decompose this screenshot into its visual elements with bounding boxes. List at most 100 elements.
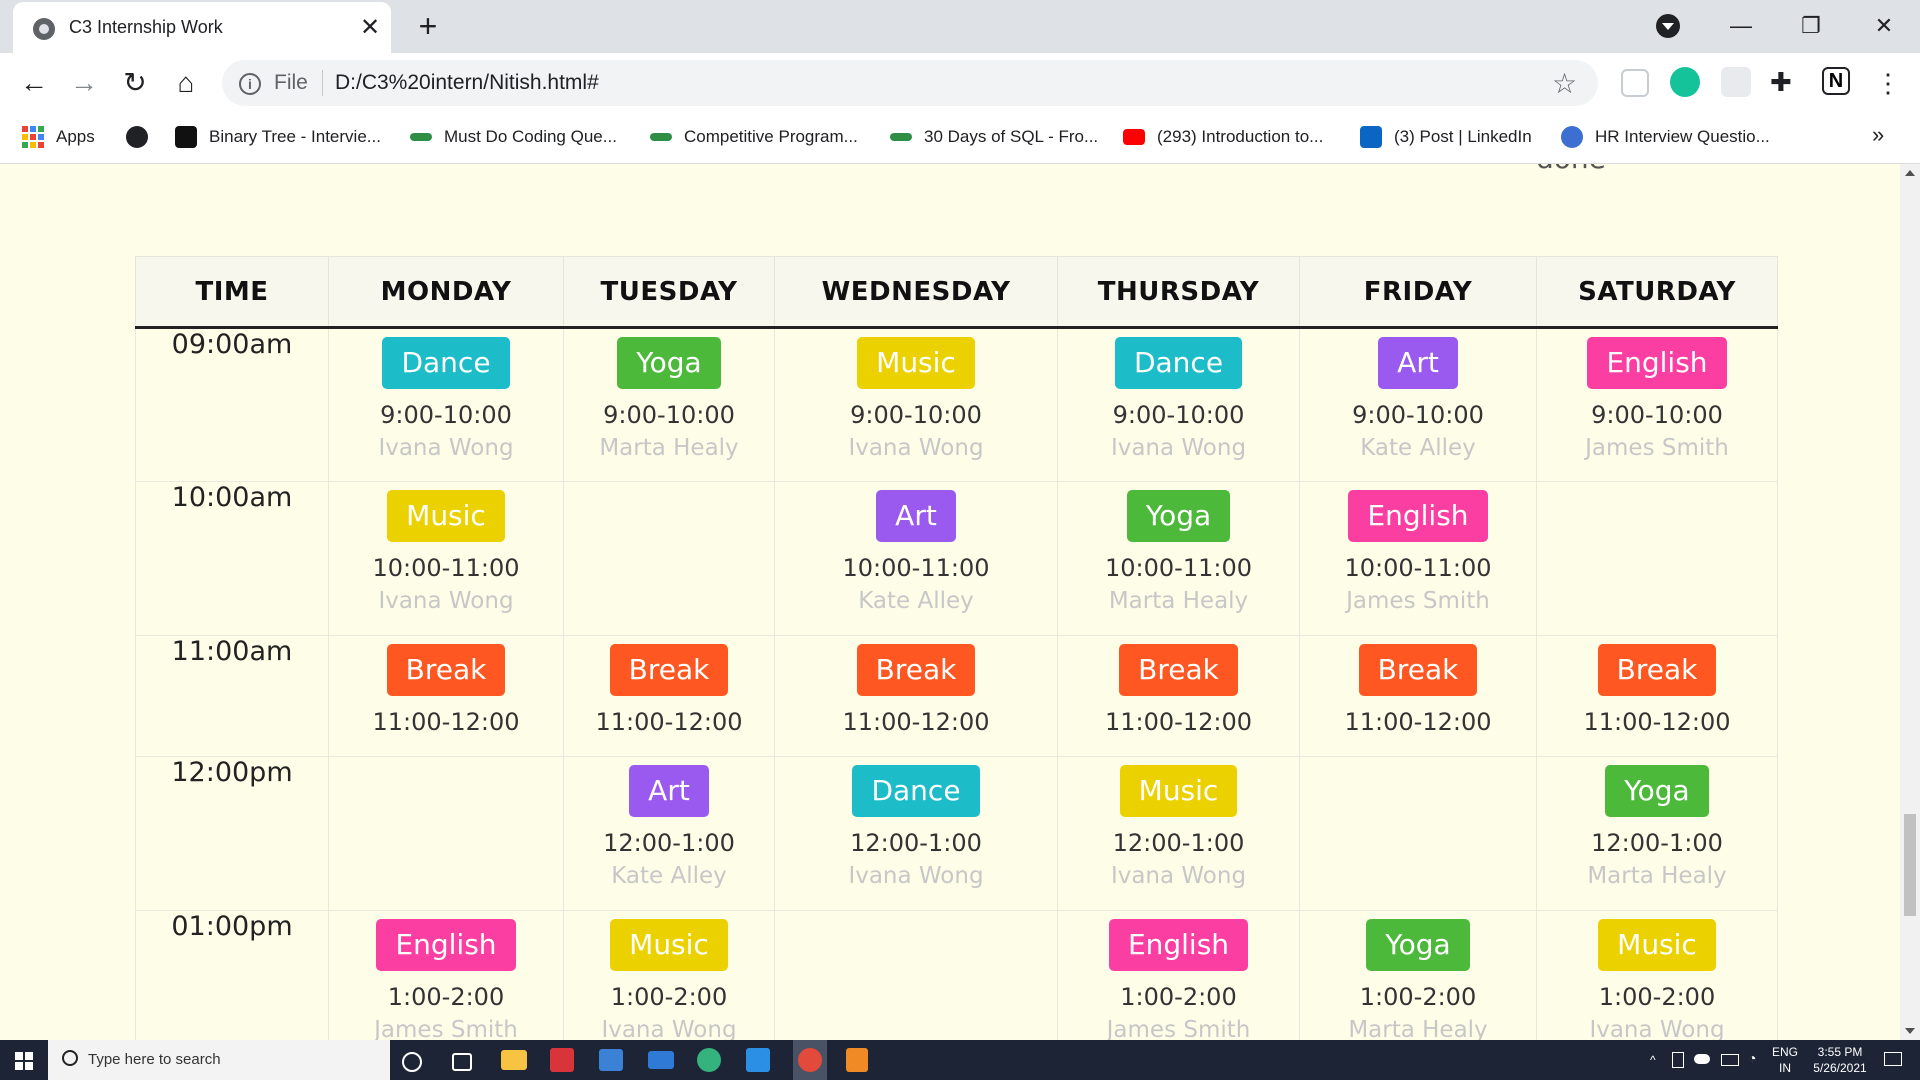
partial-heading: done <box>1536 164 1606 175</box>
schedule-cell: Break 11:00-12:00 <box>1299 635 1537 757</box>
info-icon[interactable]: i <box>239 73 261 95</box>
extension-icon[interactable] <box>1721 67 1751 97</box>
address-bar[interactable]: i File D:/C3%20intern/Nitish.html# ☆ <box>222 60 1598 106</box>
geeksforgeeks-icon <box>650 133 672 141</box>
bookmark-hr-interview[interactable]: HR Interview Questio... <box>1561 122 1770 152</box>
back-arrow-icon[interactable]: ← <box>14 63 54 103</box>
puzzle-icon[interactable]: ✚ <box>1770 67 1800 97</box>
schedule-cell: Art 10:00-11:00 Kate Alley <box>774 481 1058 636</box>
sublime-icon[interactable] <box>846 1048 868 1072</box>
menu-kebab-icon[interactable]: ⋮ <box>1868 63 1908 103</box>
notification-icon[interactable] <box>1884 1052 1902 1066</box>
linkedin-icon <box>1360 126 1382 148</box>
grammarly-extension-icon[interactable] <box>1670 67 1700 97</box>
reload-icon[interactable]: ↻ <box>115 63 155 103</box>
table-row: 12:00pm Art 12:00-1:00 Kate Alley Dance 12:00… <box>135 756 1778 911</box>
tray-chevron-icon[interactable]: ^ <box>1650 1052 1656 1068</box>
subject-badge: Yoga <box>1605 765 1709 817</box>
battery-icon[interactable] <box>1721 1054 1739 1066</box>
chrome-taskbar-button[interactable] <box>793 1040 827 1080</box>
scroll-up-arrow-icon[interactable] <box>1905 170 1915 176</box>
bookmark-binary-tree[interactable]: Binary Tree - Intervie... <box>175 122 381 152</box>
subject-badge: Break <box>1119 644 1238 696</box>
bookmark-linkedin[interactable]: (3) Post | LinkedIn <box>1360 122 1532 152</box>
teacher-name: James Smith <box>1346 588 1490 614</box>
bookmark-star-icon[interactable]: ☆ <box>1552 67 1577 100</box>
teacher-name: Ivana Wong <box>601 1017 737 1040</box>
home-icon[interactable]: ⌂ <box>166 63 206 103</box>
teacher-name: Kate Alley <box>1360 435 1476 461</box>
cortana-icon[interactable] <box>402 1052 422 1072</box>
onedrive-icon[interactable] <box>1694 1054 1710 1064</box>
taskbar-search-box[interactable]: Type here to search <box>48 1040 390 1080</box>
search-placeholder: Type here to search <box>88 1051 221 1068</box>
file-explorer-icon[interactable] <box>501 1050 527 1070</box>
pocket-extension-icon[interactable] <box>1621 69 1649 97</box>
teacher-name: Ivana Wong <box>1589 1017 1725 1040</box>
gift-app-icon[interactable] <box>550 1048 574 1072</box>
bookmark-competitive[interactable]: Competitive Program... <box>650 122 858 152</box>
schedule-cell: Music 12:00-1:00 Ivana Wong <box>1057 756 1300 911</box>
schedule-cell: Art 9:00-10:00 Kate Alley <box>1299 327 1537 482</box>
scrollbar-thumb[interactable] <box>1904 814 1916 916</box>
schedule-cell: Dance 9:00-10:00 Ivana Wong <box>1057 327 1300 482</box>
schedule-cell: Break 11:00-12:00 <box>1057 635 1300 757</box>
schedule-cell: Art 12:00-1:00 Kate Alley <box>563 756 775 911</box>
column-header: TUESDAY <box>563 256 775 329</box>
time-cell: 10:00am <box>135 481 329 636</box>
store-icon[interactable] <box>599 1049 623 1071</box>
column-header: WEDNESDAY <box>774 256 1058 329</box>
schedule-cell: Dance 9:00-10:00 Ivana Wong <box>328 327 564 482</box>
subject-badge: Music <box>1119 765 1238 817</box>
subject-badge: English <box>376 919 516 971</box>
bookmark-youtube[interactable]: (293) Introduction to... <box>1123 122 1323 152</box>
bookmark-must-do[interactable]: Must Do Coding Que... <box>410 122 617 152</box>
schedule-cell: English 1:00-2:00 James Smith <box>1057 910 1300 1040</box>
bookmarks-overflow-button[interactable]: » <box>1872 122 1884 148</box>
vertical-scrollbar[interactable] <box>1900 164 1920 1040</box>
start-button[interactable] <box>0 1040 48 1080</box>
mail-icon[interactable] <box>648 1051 674 1069</box>
schedule-cell: Music 1:00-2:00 Ivana Wong <box>1536 910 1778 1040</box>
forward-arrow-icon[interactable]: → <box>64 63 104 103</box>
tab-search-icon[interactable] <box>1656 14 1680 38</box>
time-slot: 9:00-10:00 <box>1591 401 1723 429</box>
bookmark-sql[interactable]: 30 Days of SQL - Fro... <box>890 122 1098 152</box>
bookmark-label: (293) Introduction to... <box>1157 127 1324 146</box>
globe-icon <box>33 18 55 40</box>
time-slot: 1:00-2:00 <box>1359 983 1477 1011</box>
url-text[interactable]: D:/C3%20intern/Nitish.html# <box>335 71 599 95</box>
bookmark-globe[interactable] <box>126 122 160 152</box>
restore-button[interactable]: ❐ <box>1791 8 1831 44</box>
tab-close-button[interactable]: ✕ <box>355 10 385 46</box>
table-header-row: TIME MONDAY TUESDAY WEDNESDAY THURSDAY F… <box>135 256 1778 329</box>
teacher-name: Ivana Wong <box>378 435 514 461</box>
time-slot: 12:00-1:00 <box>603 829 735 857</box>
time-slot: 12:00-1:00 <box>1591 829 1723 857</box>
time-slot: 11:00-12:00 <box>372 708 520 736</box>
task-view-icon[interactable] <box>452 1053 472 1071</box>
subject-badge: Break <box>1358 644 1478 696</box>
edge-icon[interactable] <box>697 1048 721 1072</box>
language-code: ENG <box>1771 1045 1798 1059</box>
time-slot: 11:00-12:00 <box>1344 708 1492 736</box>
bookmark-apps[interactable]: Apps <box>22 122 95 152</box>
teacher-name: Ivana Wong <box>848 435 984 461</box>
time-slot: 12:00-1:00 <box>1112 829 1245 857</box>
teacher-name: Marta Healy <box>1587 863 1727 889</box>
tray-device-icon[interactable] <box>1672 1052 1684 1068</box>
teacher-name: James Smith <box>1585 435 1729 461</box>
browser-tab[interactable]: C3 Internship Work ✕ <box>13 2 391 53</box>
close-window-button[interactable]: ✕ <box>1864 8 1904 44</box>
new-tab-button[interactable]: + <box>410 8 446 44</box>
language-indicator[interactable]: ENG IN <box>1770 1044 1800 1076</box>
minimize-button[interactable]: — <box>1721 8 1761 44</box>
clock[interactable]: 3:55 PM 5/26/2021 <box>1805 1044 1875 1076</box>
schedule-cell: Music 1:00-2:00 Ivana Wong <box>563 910 775 1040</box>
scroll-down-arrow-icon[interactable] <box>1905 1028 1915 1034</box>
notion-extension-icon[interactable]: N <box>1822 67 1850 95</box>
column-header: MONDAY <box>328 256 564 329</box>
wifi-icon[interactable]: ◔ <box>1748 1050 1756 1066</box>
schedule-cell: Break 11:00-12:00 <box>563 635 775 757</box>
vscode-icon[interactable] <box>746 1048 770 1072</box>
